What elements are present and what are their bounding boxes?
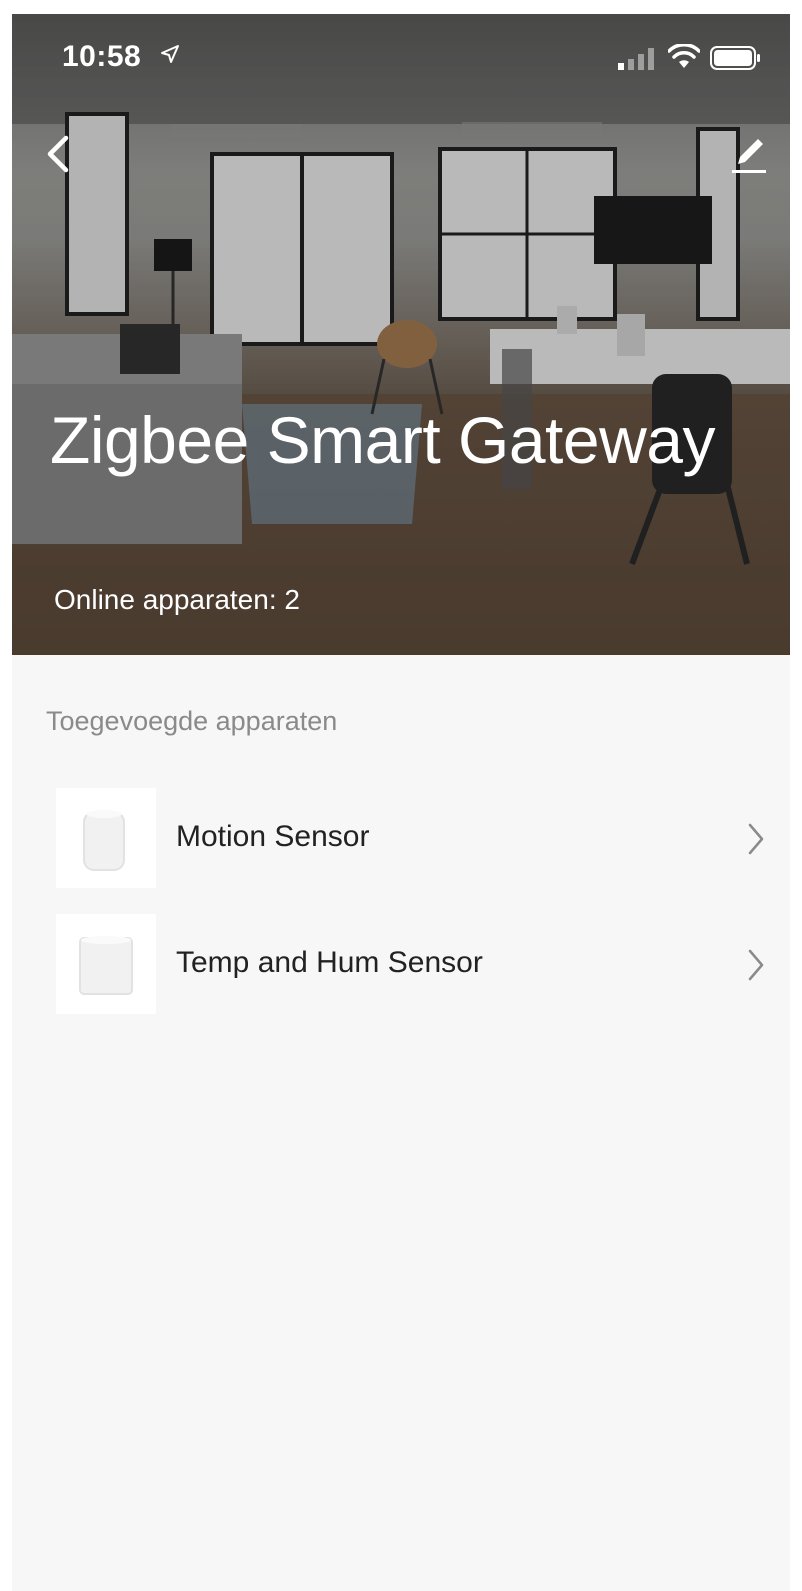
battery-icon (710, 46, 760, 70)
cellular-signal-icon (618, 48, 654, 70)
device-row-motion-sensor[interactable]: Motion Sensor (12, 784, 790, 894)
chevron-right-icon (748, 949, 764, 981)
location-arrow-icon (161, 45, 179, 63)
page-title: Zigbee Smart Gateway (50, 403, 715, 477)
device-row-temp-hum-sensor[interactable]: Temp and Hum Sensor (12, 910, 790, 1020)
edit-button[interactable] (728, 132, 772, 176)
device-name: Motion Sensor (176, 820, 370, 853)
online-devices-count: Online apparaten: 2 (54, 584, 300, 615)
device-thumbnail (56, 788, 156, 888)
status-bar: 10:58 (12, 14, 790, 94)
hero-header: 10:58 Zigbee Smart Gateway Online appara… (12, 14, 790, 655)
temp-hum-sensor-icon (79, 936, 133, 995)
motion-sensor-icon (83, 810, 125, 871)
chevron-left-icon (47, 135, 69, 173)
wifi-icon (668, 44, 700, 68)
device-thumbnail (56, 914, 156, 1014)
device-name: Temp and Hum Sensor (176, 946, 483, 979)
back-button[interactable] (40, 132, 80, 176)
pencil-icon (732, 139, 766, 173)
room-background-image (12, 14, 790, 655)
app-screen: 10:58 Zigbee Smart Gateway Online appara… (12, 14, 790, 1591)
section-heading: Toegevoegde apparaten (46, 706, 338, 736)
status-time: 10:58 (62, 40, 142, 73)
chevron-right-icon (748, 823, 764, 855)
